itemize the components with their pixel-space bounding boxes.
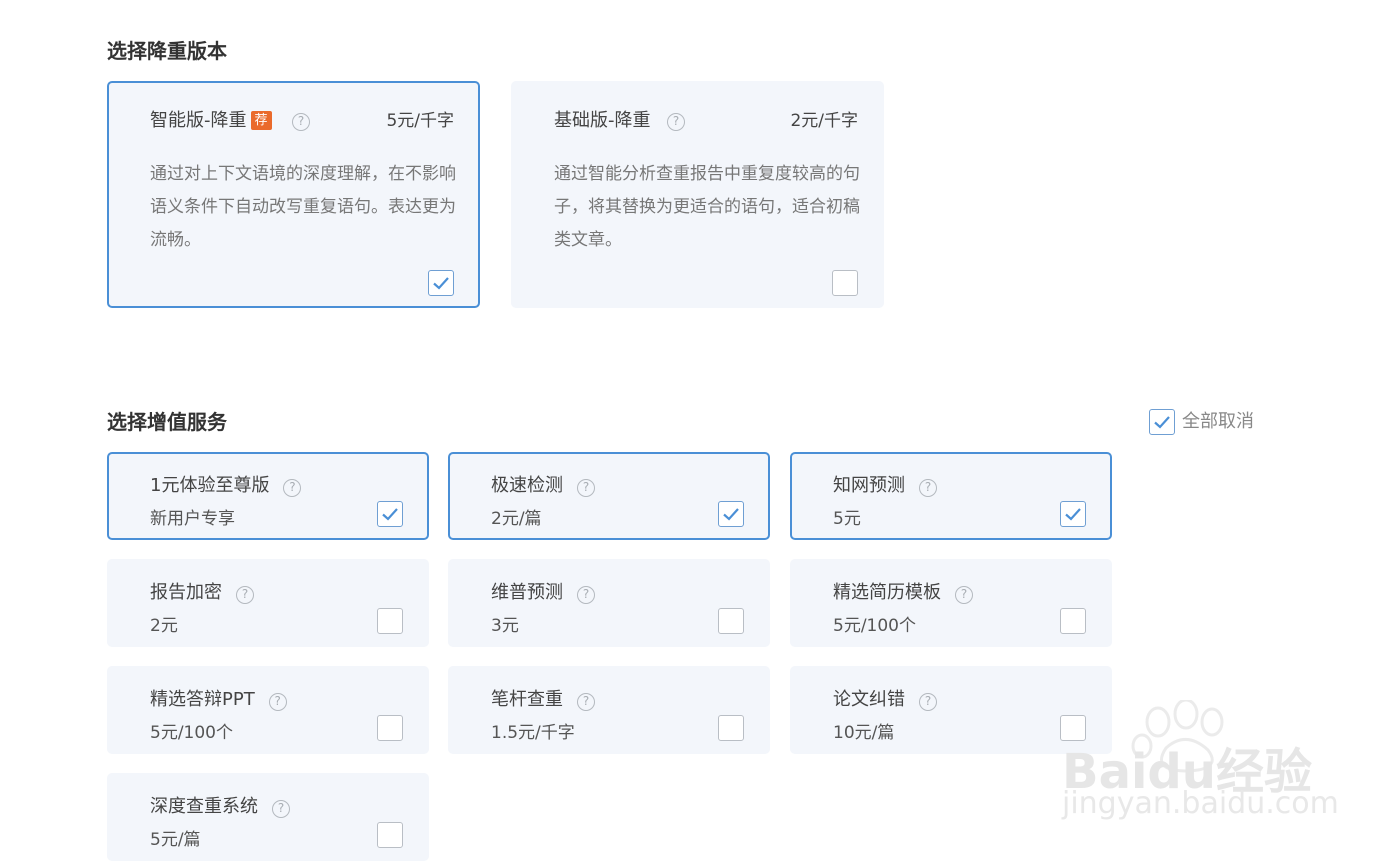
service-checkbox[interactable] (718, 715, 744, 741)
service-price: 2元 (150, 616, 178, 636)
service-price: 10元/篇 (833, 723, 895, 743)
help-icon[interactable]: ? (292, 113, 310, 131)
service-checkbox[interactable] (377, 822, 403, 848)
service-price: 3元 (491, 616, 519, 636)
help-icon[interactable]: ? (236, 586, 254, 604)
check-icon (1065, 508, 1081, 521)
help-icon[interactable]: ? (955, 586, 973, 604)
version-name: 基础版-降重 (554, 110, 651, 131)
service-price: 5元/100个 (833, 616, 916, 636)
service-checkbox[interactable] (1060, 501, 1086, 527)
service-card[interactable]: 笔杆查重? 1.5元/千字 (448, 666, 770, 754)
watermark-url: jingyan.baidu.com (1062, 786, 1339, 821)
service-card[interactable]: 精选答辩PPT? 5元/100个 (107, 666, 429, 754)
help-icon[interactable]: ? (919, 693, 937, 711)
version-name: 智能版-降重 (150, 110, 247, 131)
service-card[interactable]: 深度查重系统? 5元/篇 (107, 773, 429, 861)
help-icon[interactable]: ? (667, 113, 685, 131)
service-card[interactable]: 极速检测? 2元/篇 (448, 452, 770, 540)
service-name: 维普预测 (491, 582, 563, 603)
version-card-basic[interactable]: 基础版-降重 ? 2元/千字 通过智能分析查重报告中重复度较高的句子，将其替换为… (511, 81, 884, 308)
service-name: 论文纠错 (833, 689, 905, 710)
help-icon[interactable]: ? (272, 800, 290, 818)
service-checkbox[interactable] (718, 608, 744, 634)
check-icon (723, 508, 739, 521)
help-icon[interactable]: ? (577, 479, 595, 497)
help-icon[interactable]: ? (577, 693, 595, 711)
service-name: 精选简历模板 (833, 582, 941, 603)
service-checkbox[interactable] (377, 501, 403, 527)
check-icon (382, 508, 398, 521)
version-description: 通过对上下文语境的深度理解，在不影响语义条件下自动改写重复语句。表达更为流畅。 (150, 164, 456, 250)
service-card[interactable]: 精选简历模板? 5元/100个 (790, 559, 1112, 647)
service-card[interactable]: 知网预测? 5元 (790, 452, 1112, 540)
service-checkbox[interactable] (718, 501, 744, 527)
service-card[interactable]: 1元体验至尊版? 新用户专享 (107, 452, 429, 540)
service-checkbox[interactable] (377, 608, 403, 634)
service-price: 5元 (833, 509, 861, 529)
cancel-all-toggle[interactable]: 全部取消 (1149, 409, 1254, 435)
cancel-all-checkbox[interactable] (1149, 409, 1175, 435)
version-checkbox[interactable] (428, 270, 454, 296)
service-name: 极速检测 (491, 475, 563, 496)
help-icon[interactable]: ? (283, 479, 302, 497)
version-section-title: 选择降重版本 (107, 39, 227, 63)
service-price: 1.5元/千字 (491, 723, 575, 743)
help-icon[interactable]: ? (919, 479, 937, 497)
check-icon (433, 277, 449, 290)
service-card[interactable]: 维普预测? 3元 (448, 559, 770, 647)
service-section-title: 选择增值服务 (107, 410, 227, 434)
service-card[interactable]: 报告加密? 2元 (107, 559, 429, 647)
service-checkbox[interactable] (377, 715, 403, 741)
version-description: 通过智能分析查重报告中重复度较高的句子，将其替换为更适合的语句，适合初稿类文章。 (554, 164, 860, 250)
service-price: 5元/100个 (150, 723, 233, 743)
service-name: 知网预测 (833, 475, 905, 496)
version-checkbox[interactable] (832, 270, 858, 296)
help-icon[interactable]: ? (577, 586, 595, 604)
help-icon[interactable]: ? (268, 693, 287, 711)
service-price: 2元/篇 (491, 509, 542, 529)
check-icon (1154, 416, 1170, 429)
service-name: 报告加密 (150, 582, 222, 603)
recommend-badge: 荐 (250, 111, 272, 130)
cancel-all-label: 全部取消 (1182, 411, 1254, 432)
service-checkbox[interactable] (1060, 608, 1086, 634)
service-name: 1元体验至尊版 (150, 475, 270, 496)
version-card-smart[interactable]: 智能版-降重荐 ? 5元/千字 通过对上下文语境的深度理解，在不影响语义条件下自… (107, 81, 480, 308)
version-price: 5元/千字 (386, 111, 454, 131)
service-price: 新用户专享 (150, 509, 235, 529)
service-name: 笔杆查重 (491, 689, 563, 710)
service-price: 5元/篇 (150, 830, 201, 850)
service-name: 深度查重系统 (150, 796, 258, 817)
service-name: 精选答辩PPT (150, 689, 255, 710)
version-price: 2元/千字 (790, 111, 858, 131)
